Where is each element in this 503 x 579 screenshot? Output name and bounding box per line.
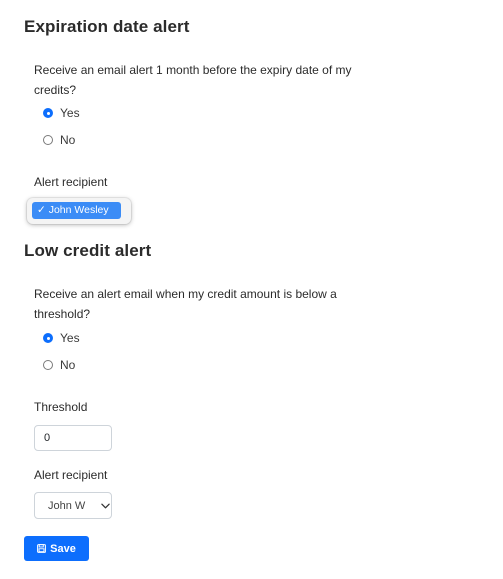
expiration-no-option[interactable]: No: [43, 133, 75, 147]
expiration-no-radio[interactable]: [43, 135, 53, 145]
expiration-recipient-label: Alert recipient: [34, 175, 108, 189]
low-credit-yes-option[interactable]: Yes: [43, 331, 80, 345]
low-credit-no-radio[interactable]: [43, 360, 53, 370]
expiration-no-label: No: [60, 133, 76, 147]
save-button[interactable]: Save: [24, 536, 89, 561]
low-credit-no-label: No: [60, 358, 76, 372]
expiration-yes-radio[interactable]: [43, 108, 53, 118]
low-credit-recipient-select[interactable]: John W: [34, 492, 112, 519]
threshold-label: Threshold: [34, 400, 88, 414]
low-credit-alert-heading: Low credit alert: [24, 241, 152, 260]
save-icon: [37, 544, 47, 553]
chevron-down-icon: [101, 503, 110, 508]
threshold-input[interactable]: 0: [34, 425, 112, 451]
save-button-label: Save: [50, 542, 76, 555]
expiration-alert-question: Receive an email alert 1 month before th…: [34, 63, 352, 97]
expiration-alert-heading: Expiration date alert: [24, 17, 190, 36]
recipient-dropdown-menu[interactable]: ✓ John Wesley: [27, 198, 131, 224]
low-credit-recipient-value: John W: [48, 499, 86, 512]
expiration-yes-option[interactable]: Yes: [43, 106, 80, 120]
low-credit-recipient-label: Alert recipient: [34, 468, 108, 482]
low-credit-no-option[interactable]: No: [43, 358, 75, 372]
expiration-yes-label: Yes: [60, 106, 80, 120]
low-credit-yes-label: Yes: [60, 331, 80, 345]
recipient-option-john-wesley[interactable]: ✓ John Wesley: [32, 202, 121, 219]
low-credit-alert-question: Receive an alert email when my credit am…: [34, 287, 337, 321]
low-credit-yes-radio[interactable]: [43, 333, 53, 343]
